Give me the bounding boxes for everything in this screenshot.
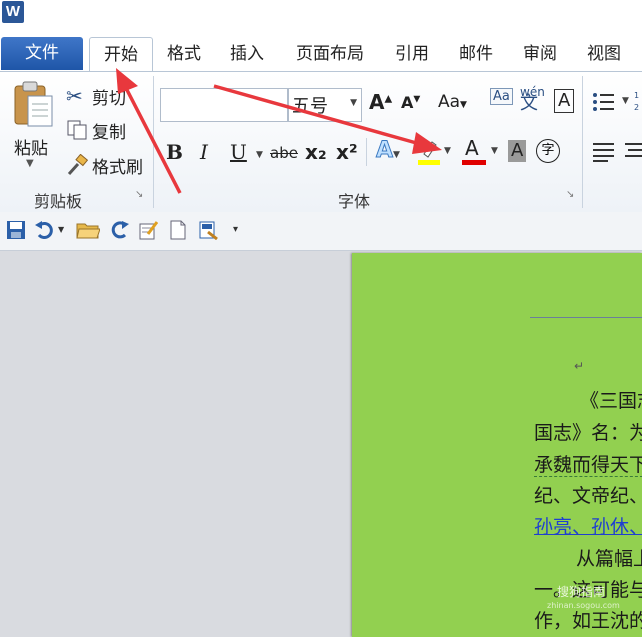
annotation-arrows: [116, 68, 442, 194]
arrow-to-home-tab: [116, 68, 182, 194]
arrow-to-highlight-button: [213, 84, 442, 154]
